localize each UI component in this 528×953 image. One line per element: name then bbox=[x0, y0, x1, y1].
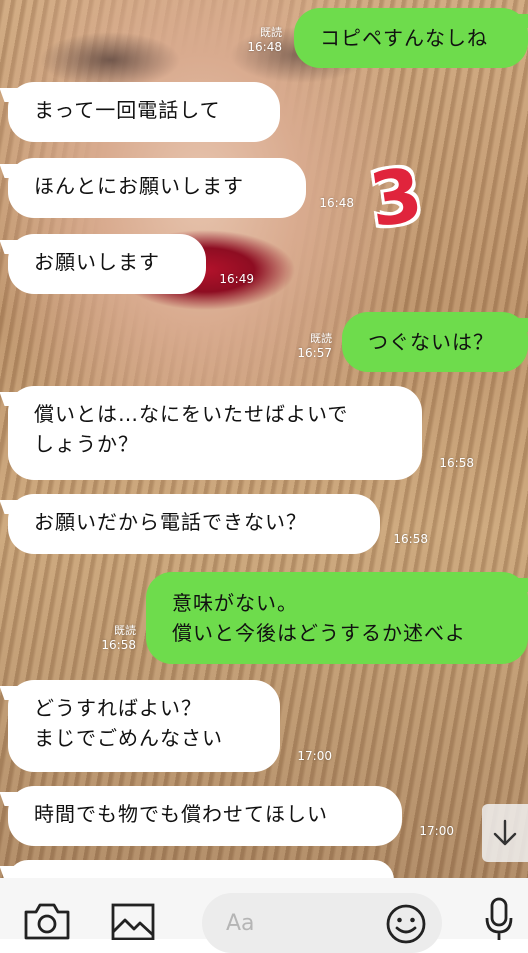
received-message-bubble[interactable]: お願いだから電話できない？ bbox=[8, 494, 380, 554]
read-receipt: 既読 bbox=[260, 26, 282, 39]
read-receipt: 既読 bbox=[310, 332, 332, 345]
sent-message-bubble[interactable]: コピペすんなしね bbox=[294, 8, 528, 68]
emoji-button[interactable] bbox=[384, 902, 428, 950]
received-message-bubble[interactable]: どうすればよい？ まじでごめんなさい bbox=[8, 680, 280, 772]
received-message-bubble[interactable]: 時間でも物でも償わせてほしい bbox=[8, 786, 402, 846]
message-text-line: まじでごめんなさい bbox=[34, 726, 223, 750]
message-meta: 既読 16:57 bbox=[290, 332, 332, 360]
message-text: つぐないは？ bbox=[368, 330, 494, 354]
message-meta: 16:58 bbox=[386, 532, 428, 546]
camera-icon bbox=[24, 903, 70, 940]
sent-message-bubble[interactable]: つぐないは？ bbox=[342, 312, 528, 372]
message-meta: 16:58 bbox=[430, 456, 474, 470]
sticker-number[interactable]: 3 bbox=[351, 150, 441, 245]
read-receipt: 既読 bbox=[114, 624, 136, 637]
message-text: お願いだから電話できない？ bbox=[34, 510, 307, 534]
message-text-line: 償いと今後はどうするか述べよ bbox=[172, 621, 466, 645]
message-time: 16:58 bbox=[393, 532, 428, 546]
message-time: 16:48 bbox=[247, 40, 282, 54]
message-text: お願いします bbox=[34, 250, 160, 274]
received-message-bubble[interactable]: 償いとは…なにをいたせばよいで しょうか？ bbox=[8, 386, 422, 480]
image-button[interactable] bbox=[110, 900, 156, 944]
sent-message-bubble[interactable]: 意味がない。 償いと今後はどうするか述べよ bbox=[146, 572, 528, 664]
message-text: コピペすんなしね bbox=[320, 26, 488, 50]
message-meta: 17:00 bbox=[410, 824, 454, 838]
message-time: 16:58 bbox=[439, 456, 474, 470]
message-time: 17:00 bbox=[297, 749, 332, 763]
emoji-icon bbox=[386, 904, 426, 944]
message-time: 16:58 bbox=[101, 638, 136, 652]
message-meta: 既読 16:48 bbox=[234, 26, 282, 54]
message-meta: 16:48 bbox=[314, 196, 354, 210]
message-text-line: 意味がない。 bbox=[172, 591, 298, 615]
scroll-to-bottom-button[interactable] bbox=[482, 804, 528, 862]
message-time: 16:49 bbox=[219, 272, 254, 286]
microphone-icon bbox=[485, 897, 513, 940]
message-time: 17:00 bbox=[419, 824, 454, 838]
message-text-line: どうすればよい？ bbox=[34, 696, 202, 720]
message-meta: 17:00 bbox=[288, 749, 332, 763]
received-message-bubble[interactable]: ほんとにお願いします bbox=[8, 158, 306, 218]
arrow-down-icon bbox=[493, 819, 517, 846]
message-text: ほんとにお願いします bbox=[34, 174, 244, 198]
received-message-bubble[interactable]: お願いします bbox=[8, 234, 206, 294]
camera-button[interactable] bbox=[22, 900, 72, 944]
message-text-line: 償いとは…なにをいたせばよいで bbox=[34, 402, 349, 426]
message-meta: 16:49 bbox=[214, 272, 254, 286]
message-time: 16:48 bbox=[319, 196, 354, 210]
message-text: 時間でも物でも償わせてほしい bbox=[34, 802, 328, 826]
microphone-button[interactable] bbox=[484, 896, 514, 944]
image-icon bbox=[111, 903, 155, 941]
message-text-line: しょうか？ bbox=[34, 432, 139, 456]
message-text: まって一回電話して bbox=[34, 98, 221, 122]
message-time: 16:57 bbox=[297, 346, 332, 360]
received-message-bubble[interactable]: まって一回電話して bbox=[8, 82, 280, 142]
message-meta: 既読 16:58 bbox=[92, 624, 136, 652]
